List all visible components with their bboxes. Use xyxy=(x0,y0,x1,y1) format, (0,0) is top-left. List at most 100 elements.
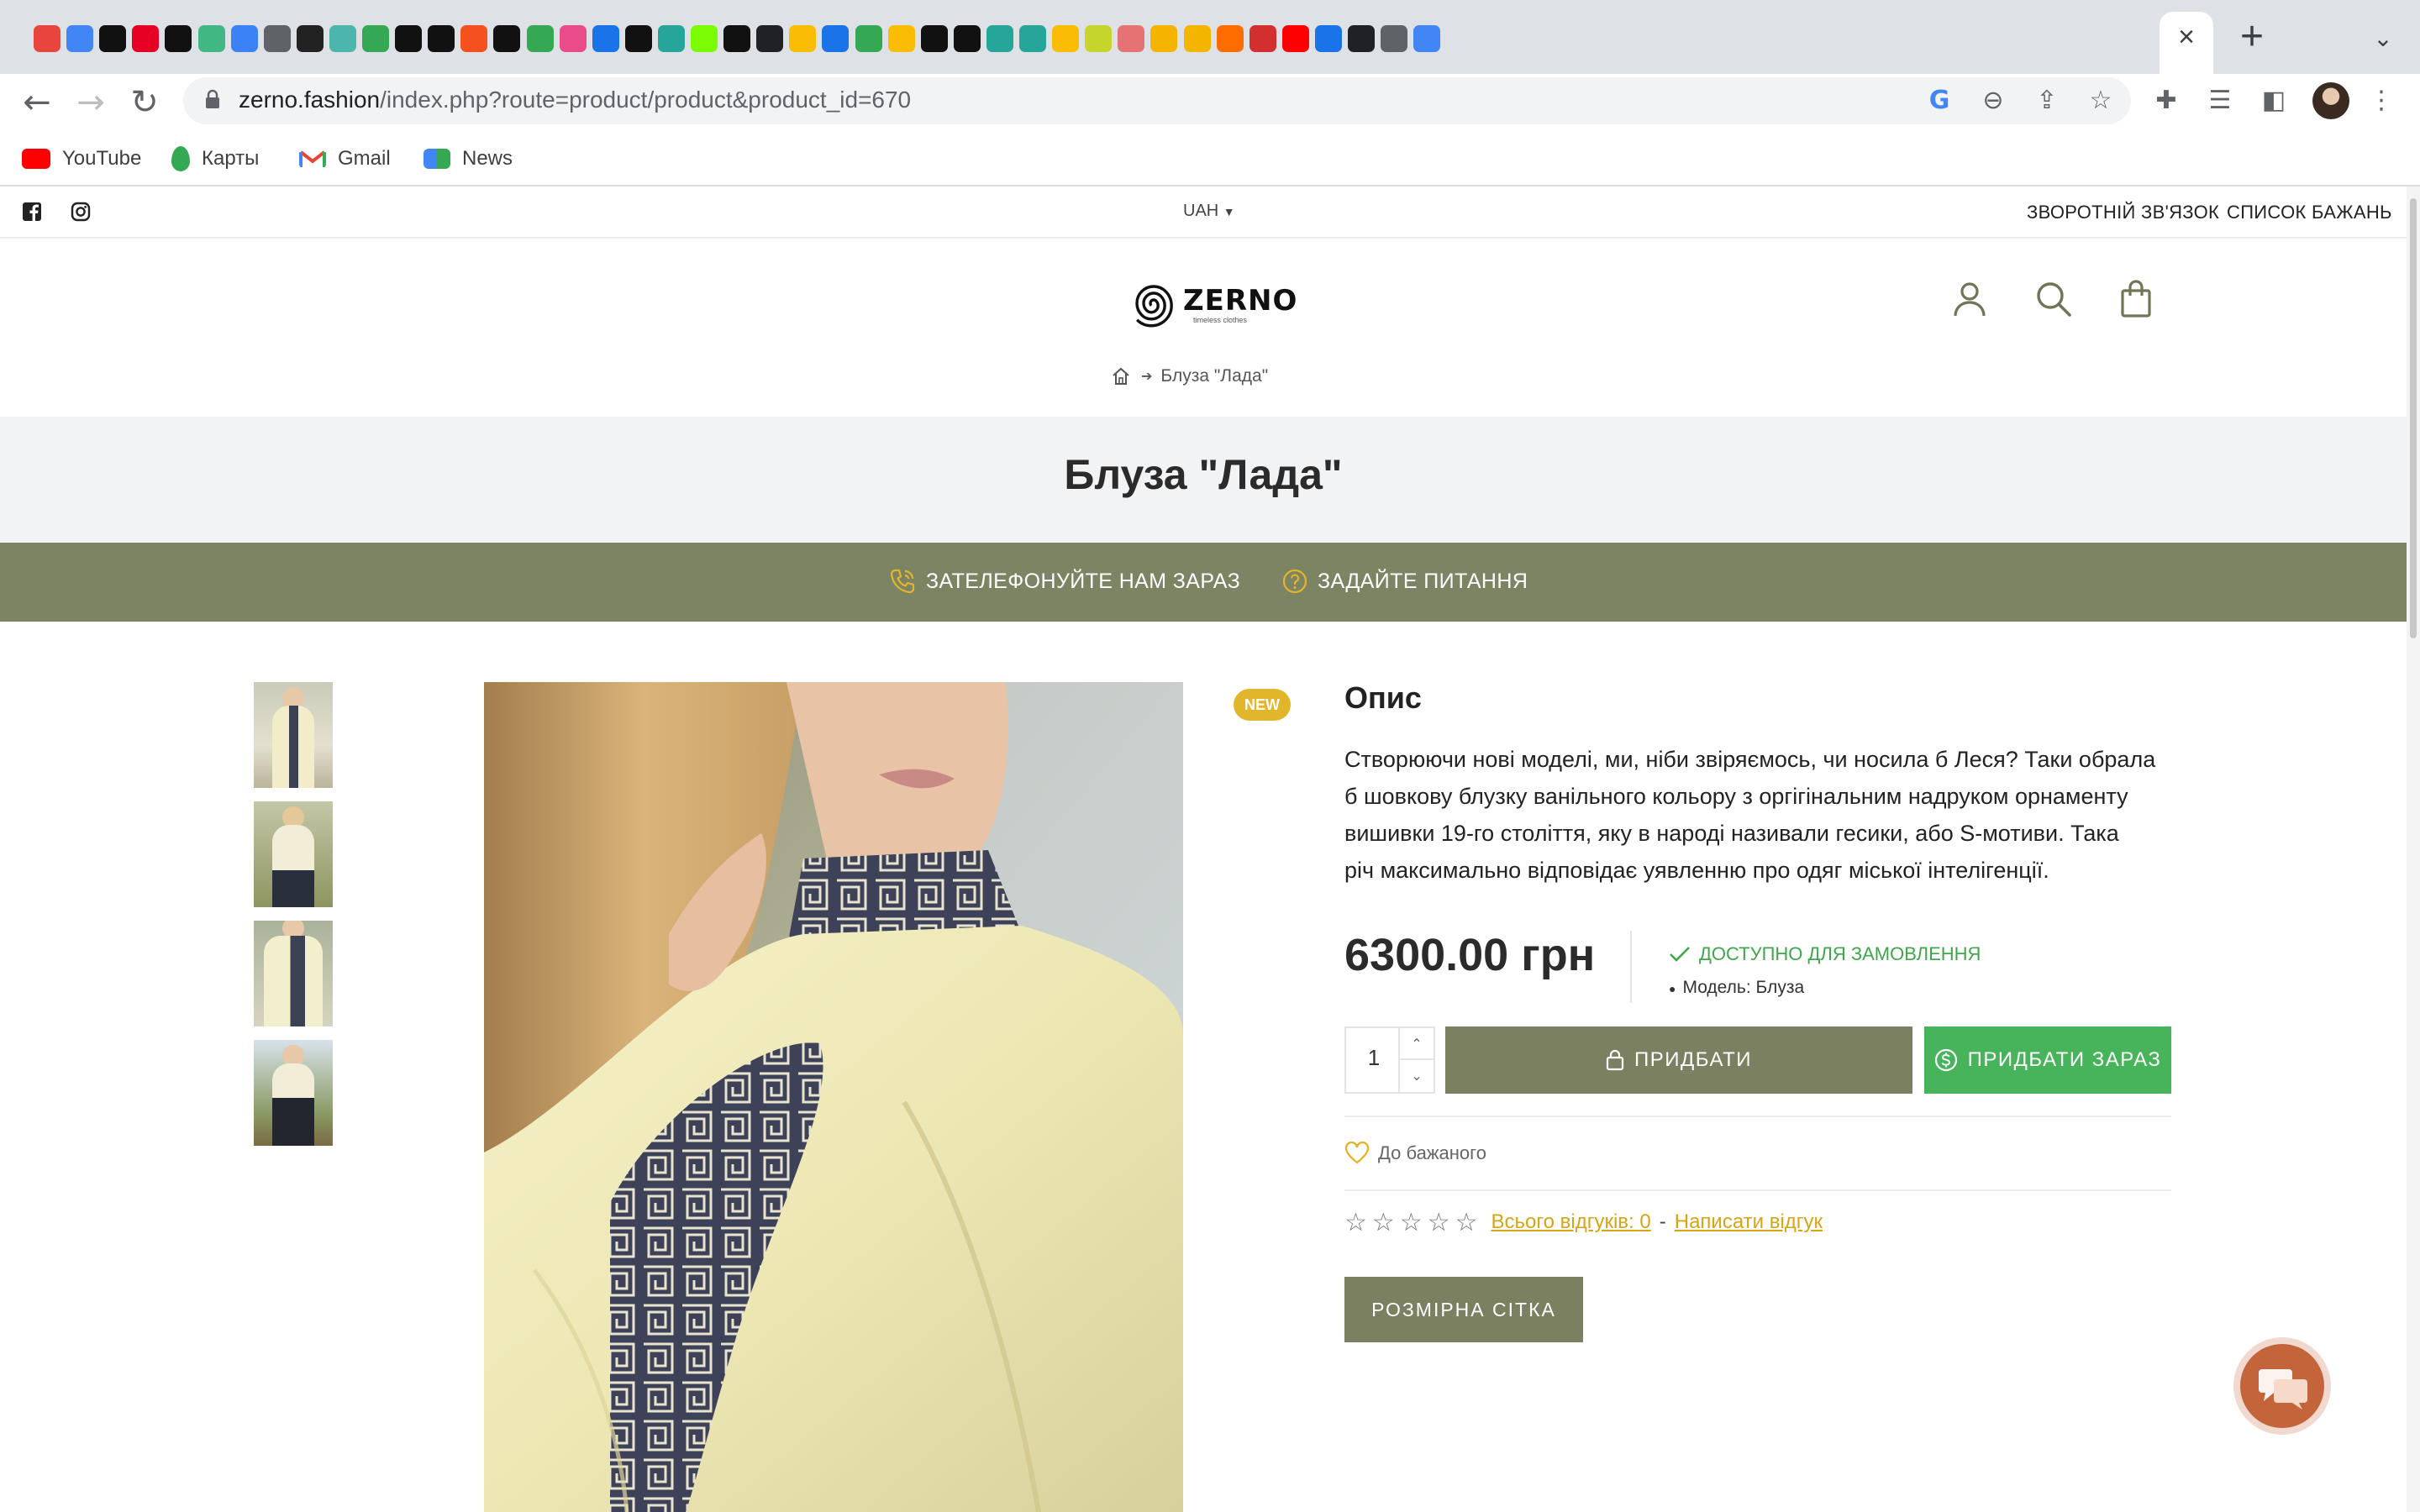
extensions-puzzle-icon[interactable]: ✚ xyxy=(2151,86,2181,116)
home-icon[interactable] xyxy=(1111,366,1131,386)
scrollbar-thumb[interactable] xyxy=(2410,198,2417,638)
globe-icon[interactable] xyxy=(264,25,291,52)
add-to-wishlist-link[interactable]: До бажаного xyxy=(1344,1141,1486,1166)
new-tab-icon[interactable]: + xyxy=(2235,17,2269,57)
drive-icon[interactable] xyxy=(1052,25,1079,52)
thumbnail-1[interactable] xyxy=(254,682,333,788)
bookmark-label: YouTube xyxy=(62,147,142,170)
breadcrumb-current[interactable]: Блуза "Лада" xyxy=(1160,366,1268,386)
crown-icon[interactable] xyxy=(1184,25,1211,52)
k-icon[interactable] xyxy=(395,25,422,52)
side-panel-icon[interactable]: ◧ xyxy=(2259,86,2289,116)
info-icon[interactable] xyxy=(592,25,619,52)
pin-icon[interactable] xyxy=(34,25,60,52)
shell-icon[interactable] xyxy=(986,25,1013,52)
bookmark-gmail[interactable]: Gmail xyxy=(299,144,391,173)
google-translate-icon[interactable] xyxy=(66,25,93,52)
add-to-cart-button[interactable]: ПРИДБАТИ xyxy=(1445,1026,1912,1094)
triangle-icon[interactable] xyxy=(165,25,192,52)
ask-question-link[interactable]: ЗАДАЙТЕ ПИТАННЯ xyxy=(1282,566,1528,596)
tab-close-icon[interactable]: × xyxy=(2173,23,2200,51)
thumbnail-2[interactable] xyxy=(254,801,333,907)
tab-search-chevron-icon[interactable]: ⌄ xyxy=(2370,25,2396,52)
shell-icon[interactable] xyxy=(658,25,685,52)
reload-icon[interactable]: ↻ xyxy=(126,84,163,121)
map-pin-icon[interactable] xyxy=(362,25,389,52)
bookmark-star-icon[interactable]: ☆ xyxy=(2086,86,2116,116)
currency-selector[interactable]: UAH ▼ xyxy=(1183,202,1235,221)
globe-flag-icon[interactable] xyxy=(1413,25,1440,52)
bookmark-youtube[interactable]: YouTube xyxy=(22,144,141,173)
dots-icon[interactable] xyxy=(723,25,750,52)
model-figure xyxy=(272,1063,314,1146)
user-account-icon[interactable] xyxy=(1949,279,1990,319)
fc-icon[interactable] xyxy=(1217,25,1244,52)
wishlist-link[interactable]: СПИСОК БАЖАНЬ xyxy=(2227,202,2392,223)
size-chart-button[interactable]: РОЗМІРНА СІТКА xyxy=(1344,1277,1583,1342)
thumbnail-3[interactable] xyxy=(254,921,333,1026)
media-queue-icon[interactable]: ☰ xyxy=(2205,86,2235,116)
fw-icon[interactable] xyxy=(1118,25,1144,52)
lock-icon[interactable] xyxy=(205,89,220,109)
forward-arrow-icon[interactable]: → xyxy=(72,84,109,121)
play-circle-icon[interactable] xyxy=(756,25,783,52)
c-icon[interactable] xyxy=(1315,25,1342,52)
check-circle-icon[interactable] xyxy=(855,25,882,52)
youtube-icon[interactable] xyxy=(1282,25,1309,52)
emoji-icon[interactable] xyxy=(888,25,915,52)
logo-wordmark[interactable]: ZERNO xyxy=(1183,284,1297,318)
m-circle-icon[interactable] xyxy=(329,25,356,52)
bookmark-maps[interactable]: Карты xyxy=(171,144,259,173)
product-main-image[interactable] xyxy=(484,682,1183,1512)
reviews-count-link[interactable]: Всього відгуків: 0 xyxy=(1491,1210,1651,1234)
google-lens-icon[interactable]: G xyxy=(1924,86,1954,116)
pinterest-icon[interactable] xyxy=(132,25,159,52)
call-now-link[interactable]: ЗАТЕЛЕФОНУЙТЕ НАМ ЗАРАЗ xyxy=(889,566,1240,596)
speaker-icon[interactable] xyxy=(1381,25,1407,52)
dribbble-icon[interactable] xyxy=(560,25,587,52)
feather-icon[interactable] xyxy=(231,25,258,52)
multicolor-icon[interactable] xyxy=(460,25,487,52)
share-icon[interactable]: ⇪ xyxy=(2032,86,2062,116)
pp-icon[interactable] xyxy=(428,25,455,52)
box-icon[interactable] xyxy=(297,25,324,52)
back-arrow-icon[interactable]: ← xyxy=(18,84,55,121)
bookmark-news[interactable]: News xyxy=(424,144,513,173)
feedback-link[interactable]: ЗВОРОТНІЙ ЗВ'ЯЗОК xyxy=(2027,202,2219,223)
m-icon[interactable] xyxy=(921,25,948,52)
face-icon[interactable] xyxy=(493,25,520,52)
grid-icon[interactable] xyxy=(954,25,981,52)
profile-avatar[interactable] xyxy=(2312,82,2349,119)
stock-label: ДОСТУПНО ДЛЯ ЗАМОВЛЕННЯ xyxy=(1699,943,1981,964)
info-icon[interactable] xyxy=(822,25,849,52)
play-circle-icon[interactable] xyxy=(1348,25,1375,52)
quantity-decrease-icon[interactable]: ⌄ xyxy=(1398,1060,1434,1092)
question-circle-icon xyxy=(1282,569,1307,594)
youtube-icon xyxy=(22,149,50,169)
stock-status: ДОСТУПНО ДЛЯ ЗАМОВЛЕННЯ xyxy=(1669,942,1981,966)
vue-icon[interactable] xyxy=(198,25,225,52)
v-shape-icon[interactable] xyxy=(1150,25,1177,52)
v-icon[interactable] xyxy=(625,25,652,52)
lambda-icon[interactable] xyxy=(691,25,718,52)
logo-spiral-icon[interactable] xyxy=(1128,277,1180,329)
chat-widget-button[interactable] xyxy=(2240,1344,2324,1428)
write-review-link[interactable]: Написати відгук xyxy=(1675,1210,1823,1234)
url-text[interactable]: zerno.fashion/index.php?route=product/pr… xyxy=(239,87,911,113)
search-icon[interactable] xyxy=(2033,279,2074,319)
facebook-icon[interactable] xyxy=(22,202,42,222)
buy-now-button[interactable]: ПРИДБАТИ ЗАРАЗ xyxy=(1924,1026,2171,1094)
thumbnail-4[interactable] xyxy=(254,1040,333,1146)
drive-icon[interactable] xyxy=(789,25,816,52)
cart-bag-icon[interactable] xyxy=(2116,279,2156,319)
unsplash-icon[interactable] xyxy=(99,25,126,52)
alert-icon[interactable] xyxy=(1085,25,1112,52)
rb-icon[interactable] xyxy=(1249,25,1276,52)
quantity-increase-icon[interactable]: ⌃ xyxy=(1398,1028,1434,1060)
instagram-icon[interactable] xyxy=(71,202,91,222)
quantity-input[interactable]: 1 xyxy=(1348,1045,1400,1071)
zoom-icon[interactable]: ⊖ xyxy=(1978,86,2008,116)
phone-frame-icon[interactable] xyxy=(527,25,554,52)
chrome-menu-icon[interactable]: ⋮ xyxy=(2366,86,2396,116)
shell-icon[interactable] xyxy=(1019,25,1046,52)
